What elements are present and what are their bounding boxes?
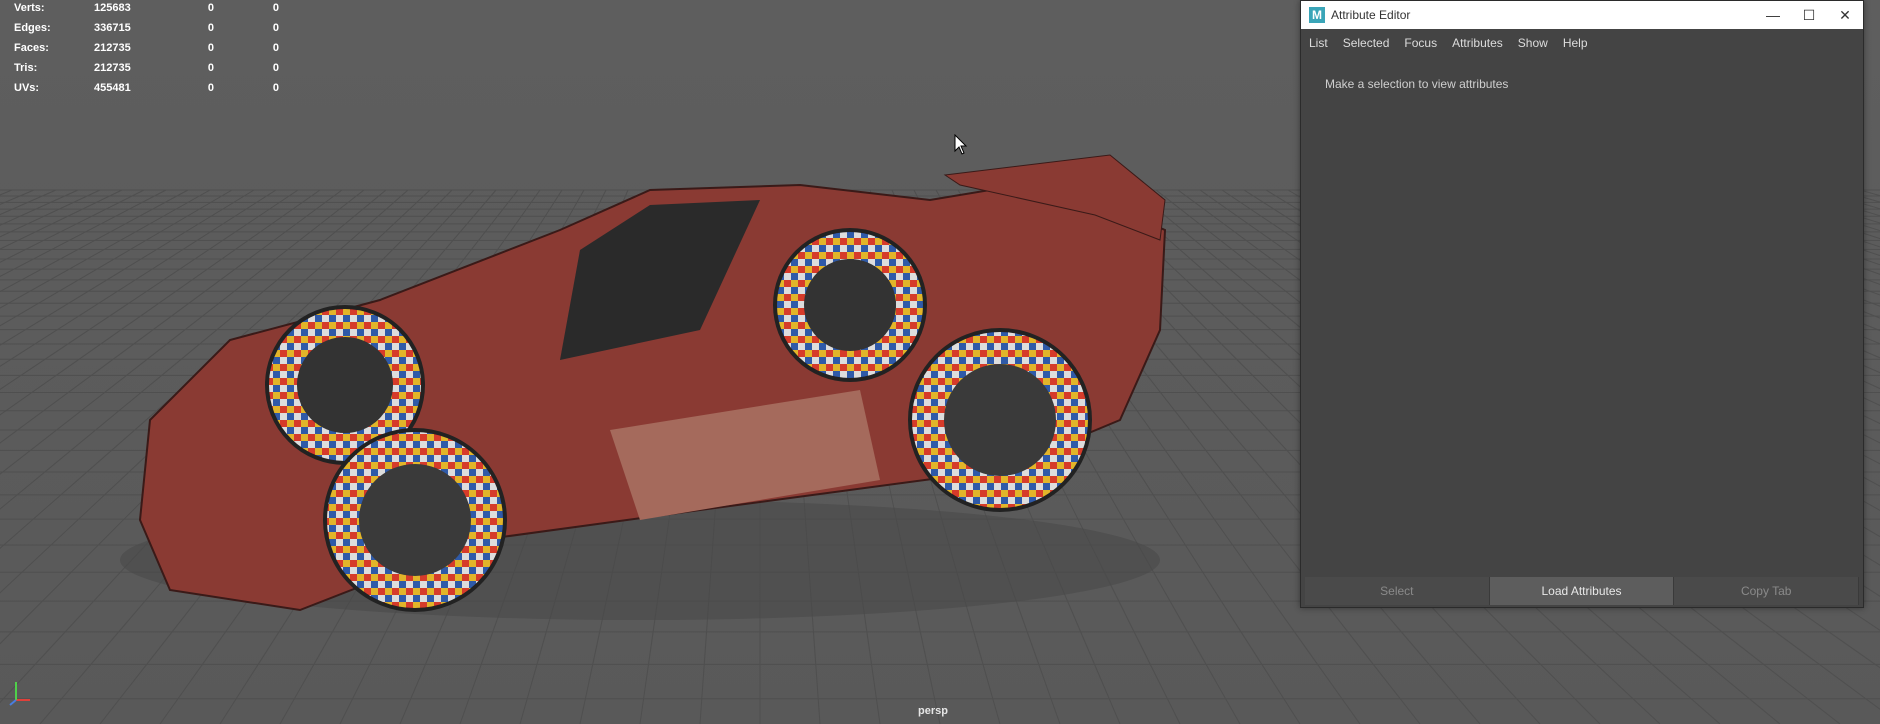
hud-col2: 0 xyxy=(272,82,279,94)
hud-row: UVs: 455481 0 0 xyxy=(14,81,279,101)
hud-value: 125683 xyxy=(94,2,131,14)
hud-label: Edges: xyxy=(14,22,51,34)
attribute-panel: Make a selection to view attributes xyxy=(1301,57,1863,584)
hud-col1: 0 xyxy=(207,42,214,54)
footer-buttons: Select Load Attributes Copy Tab xyxy=(1305,577,1859,605)
poly-count-hud: Verts: 125683 0 0 Edges: 336715 0 0 Faces: 212735… xyxy=(14,1,279,101)
hud-value: 212735 xyxy=(94,62,131,74)
hud-label: Verts: xyxy=(14,2,45,14)
hud-col1: 0 xyxy=(207,2,214,14)
menu-selected[interactable]: Selected xyxy=(1343,36,1390,50)
copy-tab-button[interactable]: Copy Tab xyxy=(1674,577,1859,605)
hud-col1: 0 xyxy=(207,82,214,94)
camera-name-label: persp xyxy=(918,705,948,717)
menu-help[interactable]: Help xyxy=(1563,36,1588,50)
title-bar[interactable]: M Attribute Editor — ☐ ✕ xyxy=(1301,1,1863,29)
maya-logo-icon: M xyxy=(1309,7,1325,23)
hud-row: Tris: 212735 0 0 xyxy=(14,61,279,81)
hud-col2: 0 xyxy=(272,2,279,14)
rear-right-wheel xyxy=(908,328,1092,512)
menu-bar: List Selected Focus Attributes Show Help xyxy=(1301,29,1863,57)
hud-col2: 0 xyxy=(272,62,279,74)
hud-col2: 0 xyxy=(272,22,279,34)
menu-attributes[interactable]: Attributes xyxy=(1452,36,1503,50)
front-right-wheel xyxy=(323,428,507,612)
hud-col1: 0 xyxy=(207,22,214,34)
hud-label: Tris: xyxy=(14,62,38,74)
menu-list[interactable]: List xyxy=(1309,36,1328,50)
select-button[interactable]: Select xyxy=(1305,577,1489,605)
axis-indicator-icon xyxy=(9,682,30,706)
rear-left-wheel xyxy=(773,228,927,382)
hud-row: Verts: 125683 0 0 xyxy=(14,1,279,21)
mouse-cursor-icon xyxy=(954,134,968,155)
hud-value: 212735 xyxy=(94,42,131,54)
minimize-button[interactable]: — xyxy=(1755,1,1791,29)
attribute-editor-window[interactable]: M Attribute Editor — ☐ ✕ List Selected F… xyxy=(1300,0,1864,608)
hud-value: 336715 xyxy=(94,22,131,34)
maximize-button[interactable]: ☐ xyxy=(1791,1,1827,29)
menu-focus[interactable]: Focus xyxy=(1404,36,1437,50)
hud-value: 455481 xyxy=(94,82,131,94)
hud-col1: 0 xyxy=(207,62,214,74)
hud-label: Faces: xyxy=(14,42,49,54)
close-button[interactable]: ✕ xyxy=(1827,1,1863,29)
hud-col2: 0 xyxy=(272,42,279,54)
hud-label: UVs: xyxy=(14,82,40,94)
menu-show[interactable]: Show xyxy=(1518,36,1548,50)
empty-selection-message: Make a selection to view attributes xyxy=(1325,77,1509,91)
hud-row: Edges: 336715 0 0 xyxy=(14,21,279,41)
load-attributes-button[interactable]: Load Attributes xyxy=(1489,577,1674,605)
hud-row: Faces: 212735 0 0 xyxy=(14,41,279,61)
window-title: Attribute Editor xyxy=(1331,8,1411,22)
